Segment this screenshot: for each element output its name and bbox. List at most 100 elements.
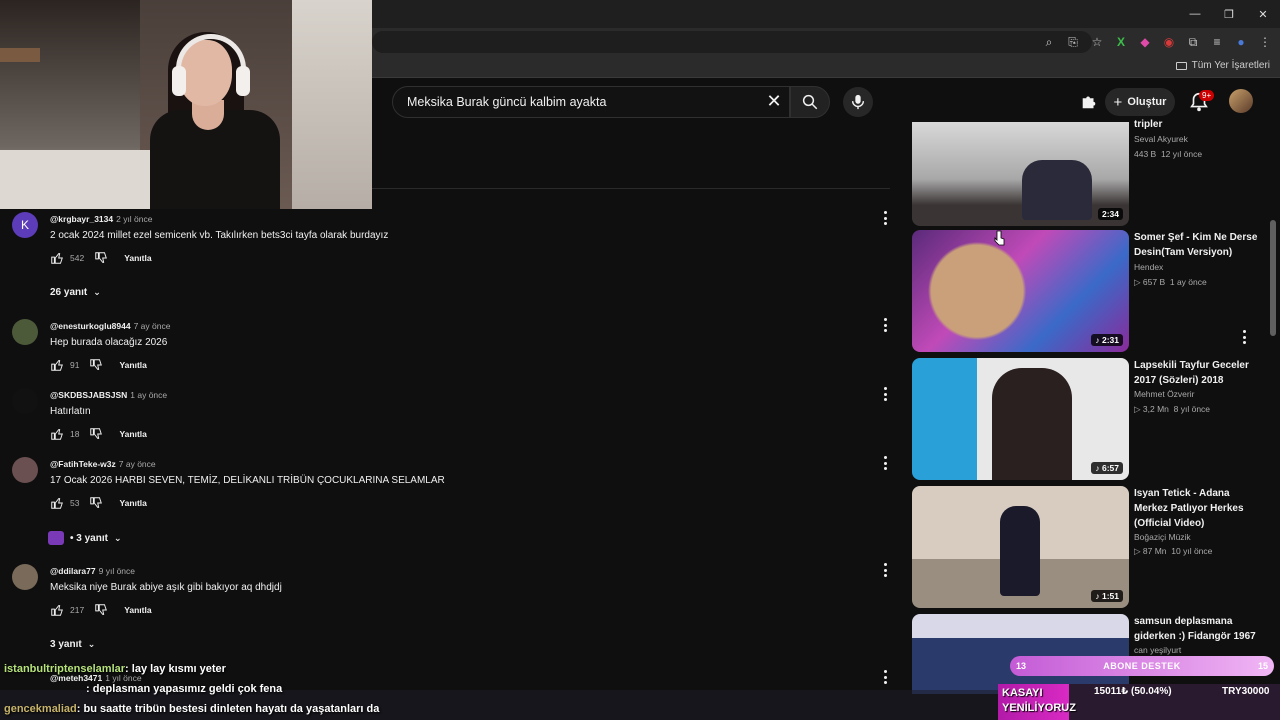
dislike-icon[interactable] — [89, 358, 103, 372]
video-age: 1 ay önce — [1169, 277, 1207, 287]
comment-time[interactable]: 9 yıl önce — [99, 566, 135, 576]
video-thumbnail[interactable]: ♪ 1:51 — [912, 486, 1129, 608]
video-title[interactable]: Lapsekili Tayfur Geceler 2017 (Sözleri) … — [1134, 358, 1259, 388]
comment-more-icon[interactable] — [882, 211, 888, 225]
extension-x-icon[interactable]: X — [1114, 35, 1128, 49]
voice-search-button[interactable] — [843, 87, 873, 117]
comment-text: Hep burada olacağız 2026 — [50, 337, 168, 348]
clear-search-icon[interactable]: ✕ — [764, 91, 784, 111]
video-title[interactable]: Isyan Tetick - Adana Merkez Patlıyor Her… — [1134, 486, 1259, 531]
comment-avatar[interactable] — [12, 388, 38, 414]
star-icon[interactable]: ☆ — [1090, 35, 1104, 49]
comment-actions: 91 Yanıtla — [50, 358, 147, 372]
account-avatar[interactable] — [1229, 89, 1253, 113]
comment-more-icon[interactable] — [882, 563, 888, 577]
comment-author[interactable]: @enesturkoglu8944 — [50, 321, 131, 331]
minimize-button[interactable]: — — [1178, 0, 1212, 28]
comment-text: 2 ocak 2024 millet ezel semicenk vb. Tak… — [50, 230, 389, 241]
replies-toggle[interactable]: 26 yanıt ⌄ — [50, 287, 101, 298]
close-window-button[interactable]: ✕ — [1246, 0, 1280, 28]
comment-actions: 217 Yanıtla — [50, 603, 152, 617]
search-button[interactable] — [790, 86, 830, 118]
restore-button[interactable]: ❐ — [1212, 0, 1246, 28]
reply-button[interactable]: Yanıtla — [119, 498, 146, 508]
webcam-desk — [0, 150, 150, 209]
like-icon[interactable] — [50, 496, 64, 510]
donation-label: KASAYI YENİLİYORUZ — [1002, 686, 1076, 716]
comment-avatar[interactable] — [12, 319, 38, 345]
dislike-icon[interactable] — [89, 496, 103, 510]
donation-amount: 15011₺ (50.04%) — [1094, 686, 1172, 697]
like-icon[interactable] — [50, 603, 64, 617]
comment-more-icon[interactable] — [882, 456, 888, 470]
video-thumbnail[interactable]: 2:34 — [912, 122, 1129, 226]
comment-author[interactable]: @krgbayr_3134 — [50, 214, 113, 224]
comment-more-icon[interactable] — [882, 318, 888, 332]
reply-button[interactable]: Yanıtla — [124, 605, 151, 615]
video-channel[interactable]: can yeşilyurt — [1134, 645, 1181, 655]
comment-avatar[interactable] — [12, 564, 38, 590]
replies-toggle[interactable]: 3 yanıt ⌄ — [50, 639, 95, 650]
comment-author[interactable]: @SKDBSJABSJSN — [50, 390, 127, 400]
comment-author[interactable]: @FatihTeke-w3z — [50, 459, 116, 469]
reply-button[interactable]: Yanıtla — [124, 253, 151, 263]
comment-more-icon[interactable] — [882, 387, 888, 401]
chevron-down-icon: ⌄ — [93, 287, 101, 297]
extension-puzzle-icon[interactable] — [1080, 92, 1098, 110]
create-button[interactable]: + Oluştur — [1105, 88, 1175, 116]
chat-username: istanbultriptenselamlar — [4, 663, 126, 675]
video-thumbnail[interactable] — [912, 614, 1129, 694]
media-icon[interactable]: ≡ — [1210, 35, 1224, 49]
thumbnail-figures — [1022, 160, 1092, 220]
dislike-icon[interactable] — [89, 427, 103, 441]
chat-message: : deplasman yapasımız geldi çok fena — [4, 683, 282, 695]
search-input[interactable]: Meksika Burak güncü kalbim ayakta — [392, 86, 790, 118]
video-title[interactable]: tripler — [1134, 117, 1259, 132]
reply-button[interactable]: Yanıtla — [119, 360, 146, 370]
profile-icon[interactable]: ● — [1234, 35, 1248, 49]
page-scrollbar[interactable] — [1270, 220, 1276, 336]
browser-menu-icon[interactable]: ⋮ — [1258, 35, 1272, 49]
comment-author[interactable]: @ddilara77 — [50, 566, 96, 576]
like-icon[interactable] — [50, 358, 64, 372]
avatar-letter: K — [20, 218, 29, 232]
address-bar[interactable] — [372, 31, 1092, 53]
extension-pink-icon[interactable]: ◆ — [1138, 35, 1152, 49]
video-stats: ▷ 3,2 Mn 8 yıl önce — [1134, 404, 1211, 414]
video-title[interactable]: Somer Şef - Kim Ne Derse Desin(Tam Versi… — [1134, 230, 1259, 260]
video-channel[interactable]: Mehmet Özverir — [1134, 389, 1194, 399]
mouse-cursor-icon — [994, 230, 1005, 246]
comment-time[interactable]: 7 ay önce — [119, 459, 156, 469]
comments-list — [0, 122, 900, 720]
comment-avatar[interactable] — [12, 457, 38, 483]
video-channel[interactable]: Seval Akyurek — [1134, 134, 1188, 144]
webcam-shelf — [0, 48, 40, 62]
like-icon[interactable] — [50, 251, 64, 265]
search-query-text: Meksika Burak güncü kalbim ayakta — [407, 95, 607, 109]
video-thumbnail[interactable]: ♪ 6:57 — [912, 358, 1129, 480]
replies-toggle[interactable]: • 3 yanıt ⌄ — [48, 531, 122, 545]
video-thumbnail[interactable]: ♪ 2:31 — [912, 230, 1129, 352]
comment-header: @enesturkoglu8944 7 ay önce — [50, 321, 170, 331]
like-count: 217 — [70, 605, 85, 615]
extension-red-icon[interactable]: ◉ — [1162, 35, 1176, 49]
like-icon[interactable] — [50, 427, 64, 441]
comment-avatar[interactable]: K — [12, 212, 38, 238]
comment-time[interactable]: 1 ay önce — [130, 390, 167, 400]
dislike-icon[interactable] — [94, 603, 108, 617]
install-icon[interactable]: ⎘ — [1066, 35, 1080, 49]
stream-chat: istanbultriptenselamlar: lay lay kısmı y… — [0, 660, 900, 720]
extensions-puzzle-icon[interactable]: ⧉ — [1186, 35, 1200, 49]
video-channel[interactable]: Boğaziçi Müzik — [1134, 532, 1191, 542]
all-bookmarks-button[interactable]: Tüm Yer İşaretleri — [1175, 60, 1270, 71]
video-more-icon[interactable] — [1241, 330, 1247, 344]
video-title[interactable]: samsun deplasmana giderken :) Fidangör 1… — [1134, 614, 1259, 644]
zoom-icon[interactable]: ⌕ — [1042, 35, 1056, 49]
comment-time[interactable]: 2 yıl önce — [116, 214, 152, 224]
comment-text: 17 Ocak 2026 HARBI SEVEN, TEMİZ, DELİKAN… — [50, 475, 445, 486]
comment-time[interactable]: 7 ay önce — [134, 321, 171, 331]
comment-header: @ddilara77 9 yıl önce — [50, 566, 135, 576]
video-channel[interactable]: Hendex — [1134, 262, 1163, 272]
reply-button[interactable]: Yanıtla — [119, 429, 146, 439]
dislike-icon[interactable] — [94, 251, 108, 265]
